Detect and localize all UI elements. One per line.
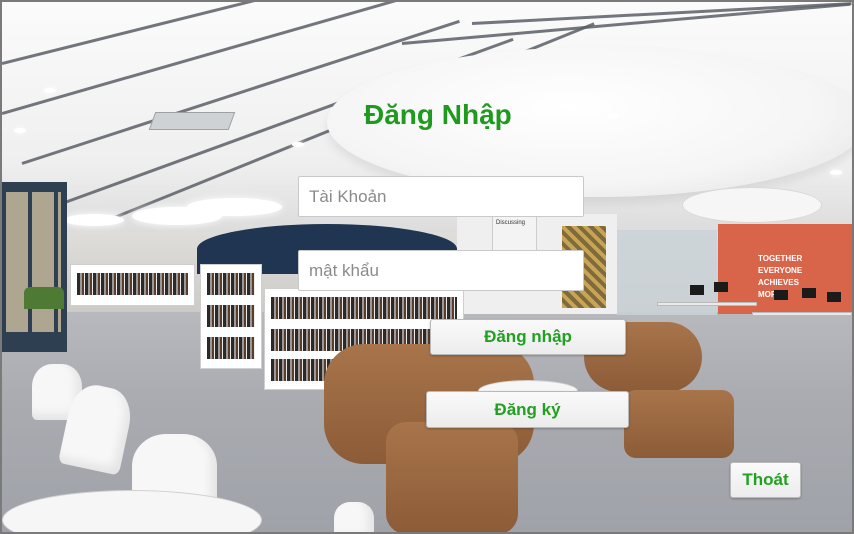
page-title: Đăng Nhập <box>364 99 512 130</box>
ceiling-light-ring <box>187 198 282 216</box>
air-vent <box>148 112 236 130</box>
computer-desk <box>752 312 852 316</box>
ceiling-spotlight <box>830 170 842 175</box>
computer-desk <box>657 302 757 306</box>
login-button[interactable]: Đăng nhập <box>430 319 626 355</box>
ceiling-light-ring <box>64 214 124 226</box>
bookshelf <box>200 264 262 369</box>
sofa-seat <box>386 422 518 532</box>
plant <box>24 287 64 309</box>
username-input[interactable] <box>298 176 584 217</box>
monitor <box>690 285 704 295</box>
white-chair <box>334 502 374 532</box>
bookshelf <box>70 264 195 306</box>
sign-line: ACHIEVES <box>758 278 799 287</box>
ceiling-spotlight <box>44 88 56 93</box>
sign-line: EVERYONE <box>758 266 803 275</box>
bookcase-wall <box>2 182 67 352</box>
poster-label: Discussing <box>496 220 526 226</box>
monitor <box>774 290 788 300</box>
exit-button[interactable]: Thoát <box>730 462 801 498</box>
ceiling-spotlight <box>292 142 304 147</box>
monitor <box>714 282 728 292</box>
ceiling-spotlight <box>14 128 26 133</box>
ottoman <box>624 390 734 458</box>
ceiling-spotlight <box>607 114 619 119</box>
password-input[interactable] <box>298 250 584 291</box>
monitor <box>827 292 841 302</box>
login-window: Discussing TOGETHER EVERYONE ACHIEVES MO… <box>0 0 854 534</box>
ceiling-dome-small <box>682 187 822 223</box>
monitor <box>802 288 816 298</box>
sign-line: TOGETHER <box>758 254 803 263</box>
register-button[interactable]: Đăng ký <box>426 391 629 428</box>
